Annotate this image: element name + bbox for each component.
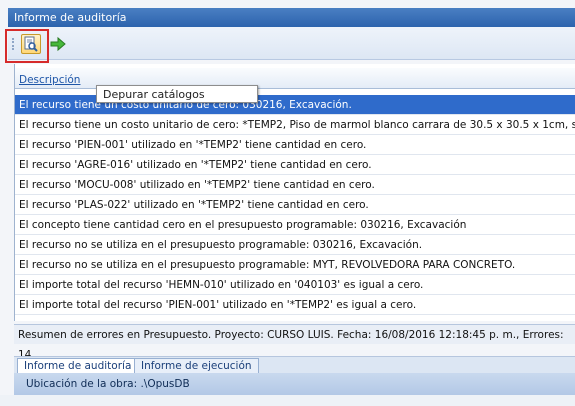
table-row[interactable]: El recurso 'MOCU-008' utilizado en '*TEM… xyxy=(15,175,575,195)
purge-catalogs-button[interactable] xyxy=(21,34,41,54)
table-row[interactable]: El recurso no se utiliza en el presupues… xyxy=(15,255,575,275)
table-row[interactable]: El concepto tiene cantidad cero en el pr… xyxy=(15,215,575,235)
catalog-purge-icon xyxy=(24,36,38,52)
table-row[interactable]: El recurso 'PIEN-001' utilizado en '*TEM… xyxy=(15,135,575,155)
toolbar-grip-icon[interactable] xyxy=(12,38,16,50)
window-bottom-edge xyxy=(0,395,575,406)
tab-audit-report[interactable]: Informe de auditoría xyxy=(17,358,139,374)
go-button[interactable] xyxy=(49,36,67,52)
error-summary: Resumen de errores en Presupuesto. Proye… xyxy=(14,324,575,361)
tab-execution-report[interactable]: Informe de ejecución xyxy=(134,358,259,374)
table-row[interactable]: El recurso 'PLAS-022' utilizado en '*TEM… xyxy=(15,195,575,215)
tooltip: Depurar catálogos xyxy=(96,85,258,103)
window-title: Informe de auditoría xyxy=(14,11,127,24)
toolbar xyxy=(8,27,575,60)
window-title-bar: Informe de auditoría xyxy=(8,8,575,27)
table-row[interactable]: El recurso no se utiliza en el presupues… xyxy=(15,235,575,255)
column-header-label: Descripción xyxy=(19,74,81,86)
bottom-tab-strip: Informe de auditoría Informe de ejecució… xyxy=(14,356,575,374)
green-arrow-icon xyxy=(50,36,66,52)
table-row[interactable]: El importe total del recurso 'PIEN-001' … xyxy=(15,295,575,315)
table-row[interactable]: El importe total del recurso 'HEMN-010' … xyxy=(15,275,575,295)
work-location: Ubicación de la obra: .\OpusDB xyxy=(14,373,575,395)
table-row[interactable]: El recurso tiene un costo unitario de ce… xyxy=(15,115,575,135)
table-row[interactable]: El recurso 'AGRE-016' utilizado en '*TEM… xyxy=(15,155,575,175)
